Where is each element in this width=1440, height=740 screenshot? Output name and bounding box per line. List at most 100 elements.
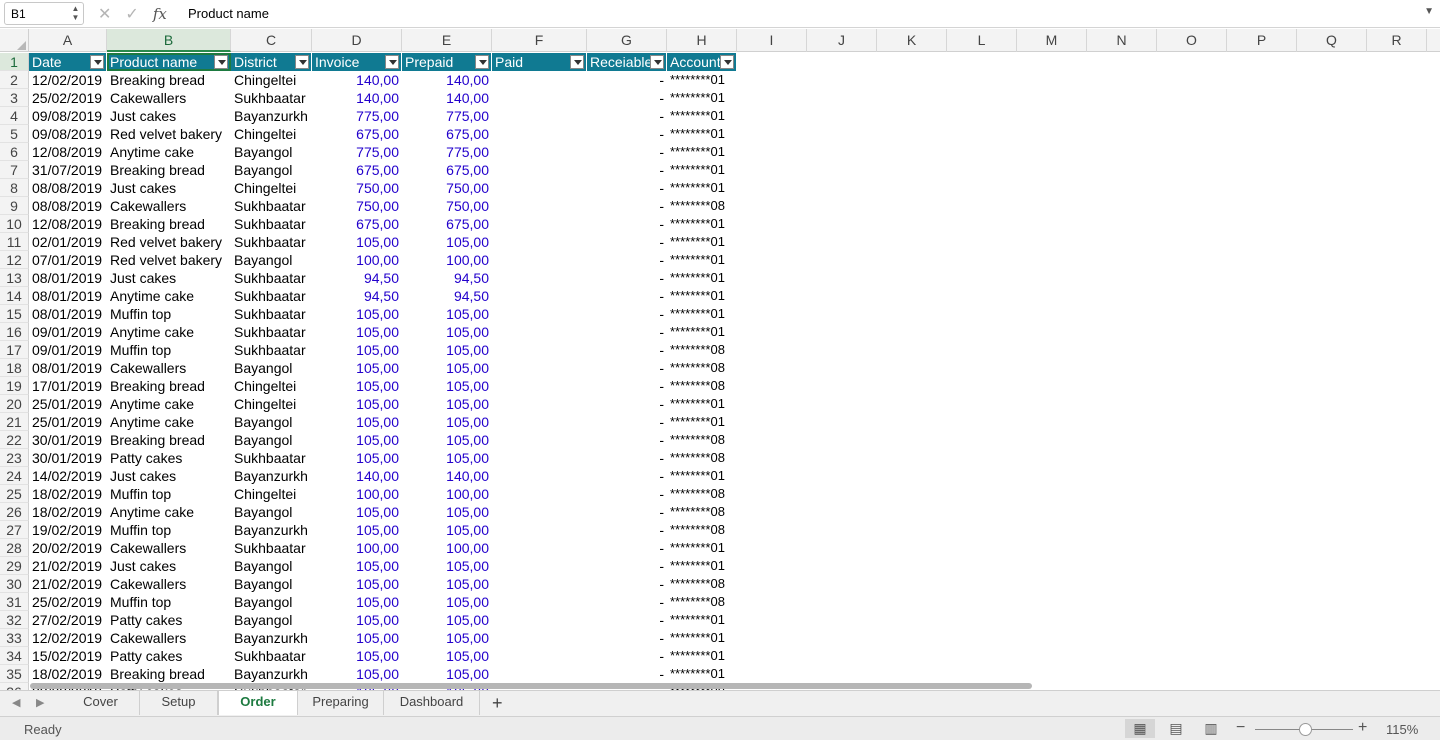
expand-formula-bar-icon[interactable]: ▼ [1424, 6, 1434, 17]
row-header[interactable]: 32 [0, 611, 29, 629]
product-cell[interactable]: Patty cakes [107, 647, 231, 665]
district-cell[interactable]: Sukhbaatar [231, 215, 312, 233]
column-header-e[interactable]: E [402, 29, 492, 52]
product-cell[interactable]: Cakewallers [107, 539, 231, 557]
receivable-cell[interactable]: - [587, 269, 667, 287]
column-header-q[interactable]: Q [1297, 29, 1367, 52]
row-header[interactable]: 28 [0, 539, 29, 557]
sheet-tab-cover[interactable]: Cover [62, 691, 140, 715]
row-header[interactable]: 14 [0, 287, 29, 305]
prepaid-cell[interactable]: 105,00 [402, 305, 492, 323]
product-cell[interactable]: Anytime cake [107, 413, 231, 431]
table-header-cell[interactable]: Prepaid [402, 53, 492, 71]
formula-input[interactable]: Product name [188, 6, 269, 21]
table-header-cell[interactable]: Product name [107, 53, 231, 71]
filter-dropdown-icon[interactable] [570, 55, 584, 69]
column-header-k[interactable]: K [877, 29, 947, 52]
district-cell[interactable]: Sukhbaatar [231, 197, 312, 215]
row-header[interactable]: 35 [0, 665, 29, 683]
product-cell[interactable]: Red velvet bakery [107, 251, 231, 269]
invoice-cell[interactable]: 100,00 [312, 251, 402, 269]
account-cell[interactable]: ********08 [667, 503, 737, 521]
invoice-cell[interactable]: 675,00 [312, 215, 402, 233]
select-all-corner[interactable] [0, 29, 29, 52]
sheet-tab-order[interactable]: Order [218, 691, 298, 715]
row-header[interactable]: 2 [0, 71, 29, 89]
date-cell[interactable]: 08/01/2019 [29, 359, 107, 377]
row-header[interactable]: 6 [0, 143, 29, 161]
product-cell[interactable]: Just cakes [107, 107, 231, 125]
paid-cell[interactable] [492, 323, 587, 341]
district-cell[interactable]: Bayangol [231, 161, 312, 179]
date-cell[interactable]: 25/02/2019 [29, 89, 107, 107]
zoom-out-button[interactable]: − [1236, 719, 1245, 737]
column-header-b[interactable]: B [107, 29, 231, 52]
prepaid-cell[interactable]: 100,00 [402, 539, 492, 557]
column-header-j[interactable]: J [807, 29, 877, 52]
prepaid-cell[interactable]: 675,00 [402, 125, 492, 143]
account-cell[interactable]: ********08 [667, 485, 737, 503]
receivable-cell[interactable]: - [587, 179, 667, 197]
product-cell[interactable]: Breaking bread [107, 161, 231, 179]
date-cell[interactable]: 02/01/2019 [29, 233, 107, 251]
prepaid-cell[interactable]: 105,00 [402, 395, 492, 413]
product-cell[interactable]: Anytime cake [107, 503, 231, 521]
prepaid-cell[interactable]: 105,00 [402, 233, 492, 251]
receivable-cell[interactable]: - [587, 71, 667, 89]
account-cell[interactable]: ********01 [667, 233, 737, 251]
previous-sheet-icon[interactable]: ◀ [12, 696, 20, 709]
table-header-cell[interactable]: Date [29, 53, 107, 71]
page-break-view-icon[interactable]: ▥ [1196, 719, 1226, 738]
receivable-cell[interactable]: - [587, 557, 667, 575]
product-cell[interactable]: Patty cakes [107, 611, 231, 629]
account-cell[interactable]: ********08 [667, 575, 737, 593]
sheet-tab-setup[interactable]: Setup [140, 691, 218, 715]
invoice-cell[interactable]: 105,00 [312, 431, 402, 449]
receivable-cell[interactable]: - [587, 485, 667, 503]
prepaid-cell[interactable]: 675,00 [402, 215, 492, 233]
row-header[interactable]: 4 [0, 107, 29, 125]
account-cell[interactable]: ********08 [667, 521, 737, 539]
district-cell[interactable]: Bayangol [231, 503, 312, 521]
prepaid-cell[interactable]: 675,00 [402, 161, 492, 179]
paid-cell[interactable] [492, 89, 587, 107]
paid-cell[interactable] [492, 179, 587, 197]
table-header-cell[interactable]: Paid [492, 53, 587, 71]
invoice-cell[interactable]: 105,00 [312, 359, 402, 377]
invoice-cell[interactable]: 775,00 [312, 107, 402, 125]
product-cell[interactable]: Anytime cake [107, 287, 231, 305]
row-header[interactable]: 13 [0, 269, 29, 287]
product-cell[interactable]: Breaking bread [107, 71, 231, 89]
paid-cell[interactable] [492, 251, 587, 269]
paid-cell[interactable] [492, 485, 587, 503]
filter-dropdown-icon[interactable] [385, 55, 399, 69]
account-cell[interactable]: ********01 [667, 215, 737, 233]
invoice-cell[interactable]: 105,00 [312, 503, 402, 521]
prepaid-cell[interactable]: 100,00 [402, 251, 492, 269]
paid-cell[interactable] [492, 467, 587, 485]
receivable-cell[interactable]: - [587, 107, 667, 125]
date-cell[interactable]: 25/01/2019 [29, 395, 107, 413]
date-cell[interactable]: 08/08/2019 [29, 179, 107, 197]
paid-cell[interactable] [492, 71, 587, 89]
product-cell[interactable]: Just cakes [107, 557, 231, 575]
paid-cell[interactable] [492, 611, 587, 629]
date-cell[interactable]: 19/02/2019 [29, 521, 107, 539]
receivable-cell[interactable]: - [587, 593, 667, 611]
district-cell[interactable]: Bayangol [231, 431, 312, 449]
row-header[interactable]: 36 [0, 683, 29, 690]
paid-cell[interactable] [492, 503, 587, 521]
date-cell[interactable]: 08/01/2019 [29, 305, 107, 323]
product-cell[interactable]: Cakewallers [107, 359, 231, 377]
receivable-cell[interactable]: - [587, 143, 667, 161]
paid-cell[interactable] [492, 197, 587, 215]
filter-dropdown-icon[interactable] [650, 55, 664, 69]
row-header[interactable]: 29 [0, 557, 29, 575]
receivable-cell[interactable]: - [587, 251, 667, 269]
normal-view-icon[interactable]: ▦ [1125, 719, 1155, 738]
row-header[interactable]: 26 [0, 503, 29, 521]
invoice-cell[interactable]: 105,00 [312, 377, 402, 395]
row-header[interactable]: 33 [0, 629, 29, 647]
invoice-cell[interactable]: 105,00 [312, 395, 402, 413]
product-cell[interactable]: Breaking bread [107, 431, 231, 449]
